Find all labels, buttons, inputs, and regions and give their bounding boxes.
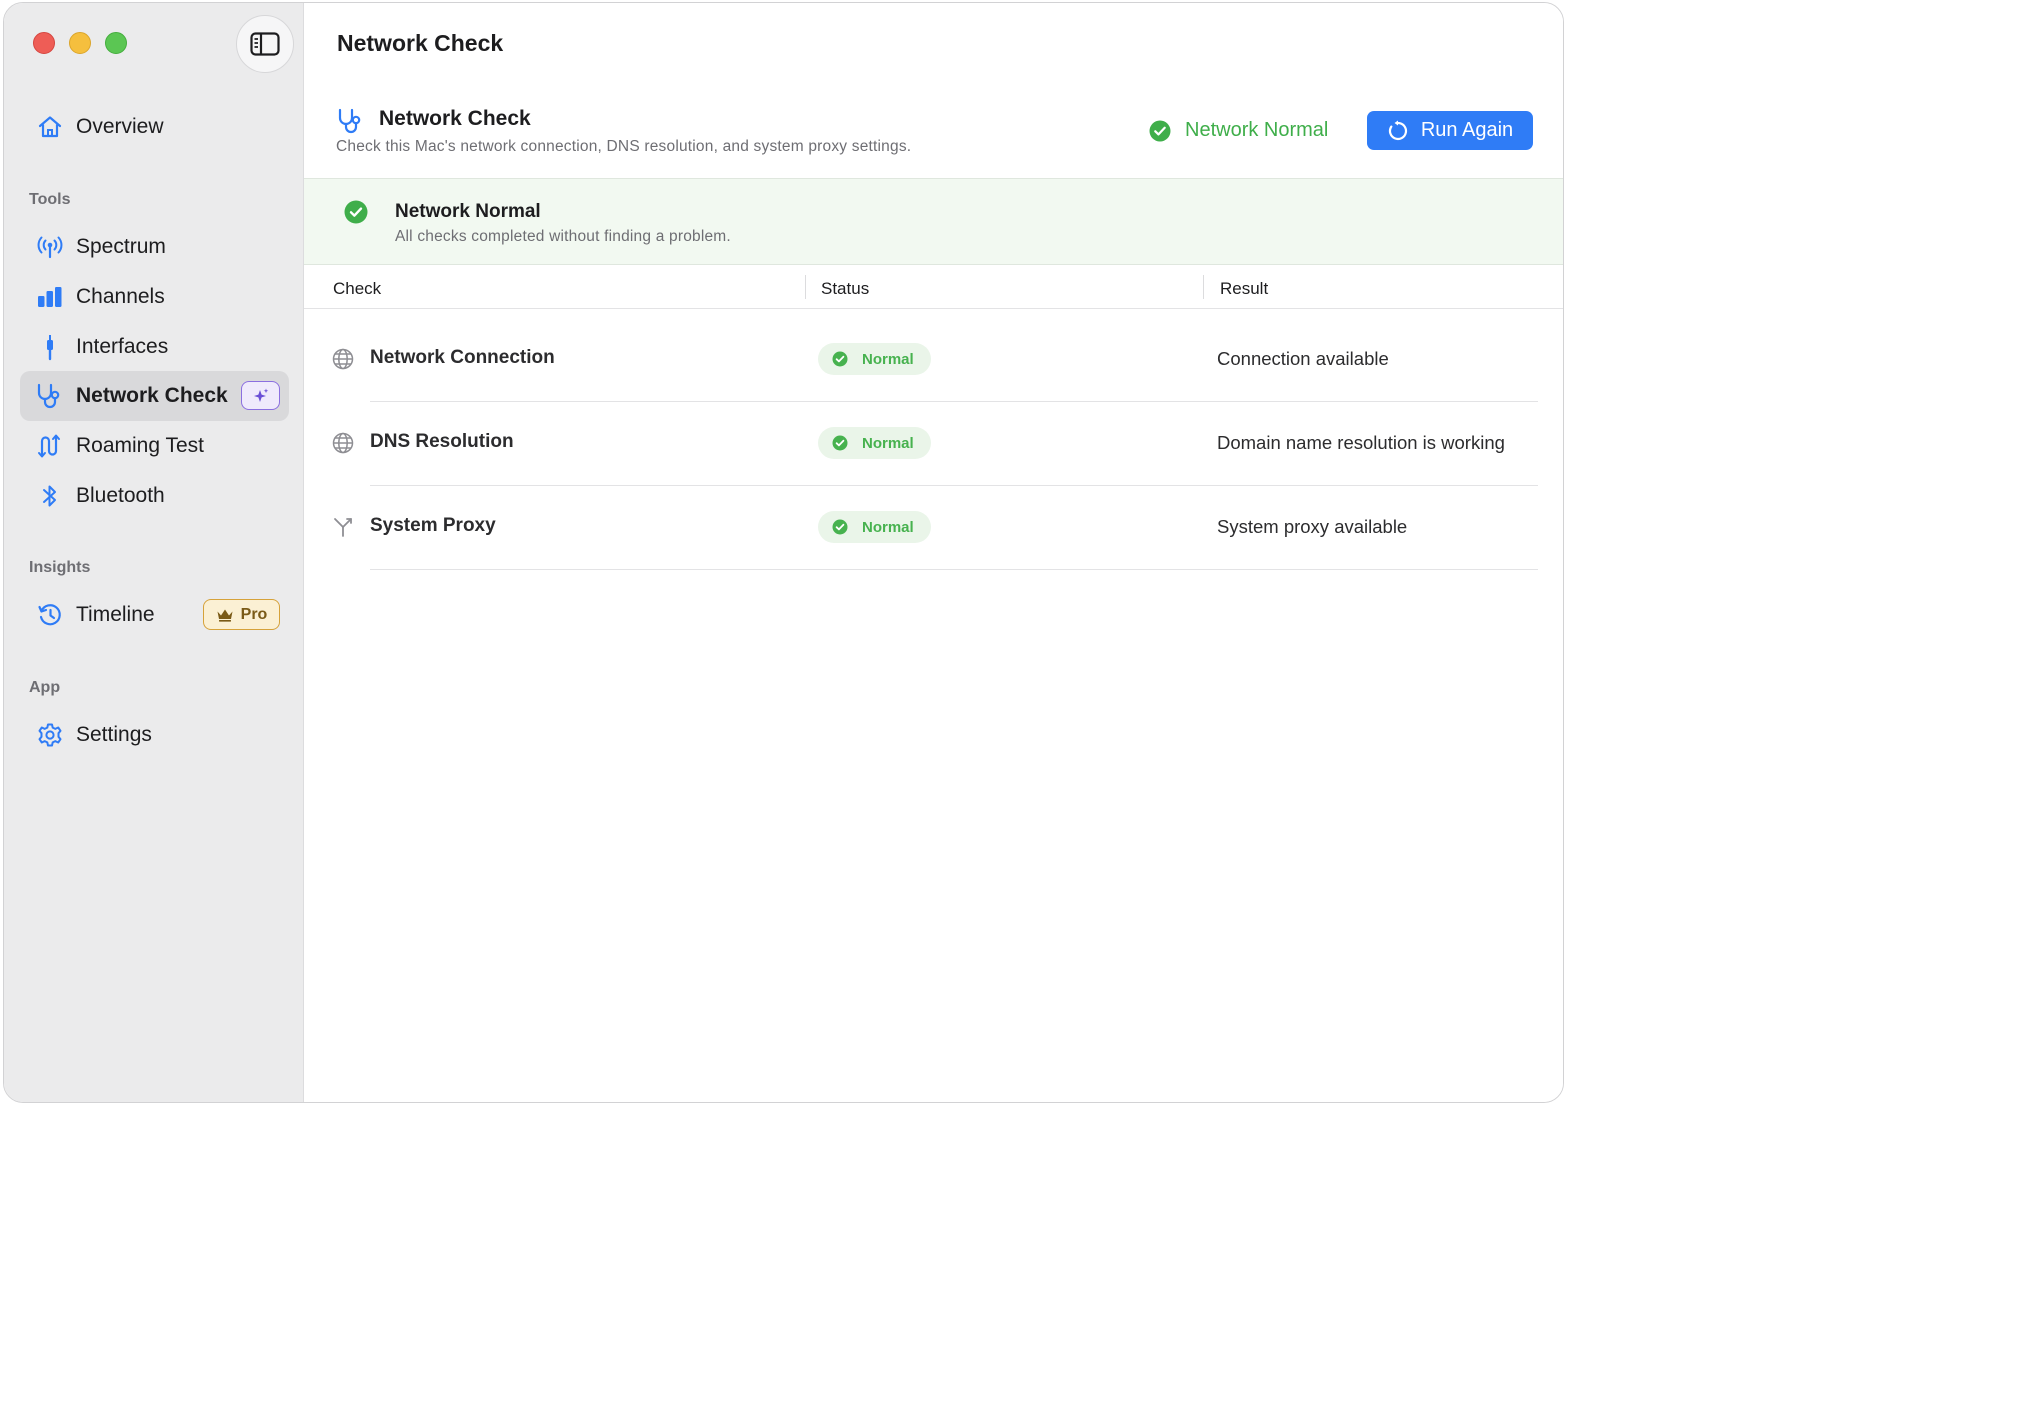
check-result: Domain name resolution is working	[1217, 432, 1505, 453]
section-title: Network Check	[379, 107, 531, 130]
status-badge-label: Normal	[862, 518, 914, 536]
banner-subtitle: All checks completed without finding a p…	[395, 228, 731, 245]
clock-history-icon	[35, 600, 65, 630]
network-status-label: Network Normal	[1185, 119, 1329, 141]
bluetooth-icon	[35, 481, 65, 511]
close-window-button[interactable]	[33, 32, 55, 54]
sidebar-item-roaming-test[interactable]: Roaming Test	[20, 421, 289, 471]
section-header-tools: Tools	[29, 191, 71, 208]
sidebar-toggle-icon	[250, 32, 280, 56]
sidebar-item-spectrum[interactable]: Spectrum	[20, 222, 289, 272]
window-title: Network Check	[337, 30, 504, 56]
crown-icon	[217, 609, 233, 622]
zoom-window-button[interactable]	[105, 32, 127, 54]
table-row[interactable]: Network Connection Normal Connection ava…	[304, 318, 1563, 402]
status-badge-label: Normal	[862, 350, 914, 368]
stethoscope-icon	[35, 381, 65, 411]
checkmark-circle-icon	[832, 351, 848, 367]
sidebar-item-interfaces[interactable]: Interfaces	[20, 322, 289, 372]
status-badge: Normal	[818, 427, 931, 459]
check-name: DNS Resolution	[370, 431, 514, 452]
status-badge: Normal	[818, 343, 931, 375]
status-banner: Network Normal All checks completed with…	[304, 178, 1563, 265]
run-again-label: Run Again	[1420, 119, 1514, 141]
refresh-icon	[1388, 120, 1407, 140]
banner-title: Network Normal	[395, 201, 541, 222]
sidebar-item-label: Overview	[76, 115, 164, 138]
sidebar-item-label: Bluetooth	[76, 484, 165, 507]
bar-chart-icon	[35, 282, 65, 312]
checkmark-circle-icon	[832, 519, 848, 535]
sidebar-item-channels[interactable]: Channels	[20, 272, 289, 322]
sidebar-item-settings[interactable]: Settings	[20, 710, 289, 760]
column-header-check[interactable]: Check	[333, 279, 381, 299]
sidebar-item-label: Interfaces	[76, 335, 169, 358]
sidebar-item-label: Timeline	[76, 603, 155, 626]
checkmark-circle-icon	[1149, 120, 1171, 141]
checkmark-circle-icon	[832, 435, 848, 451]
column-divider[interactable]	[1203, 275, 1204, 299]
table-header: Check Status Result	[304, 265, 1563, 309]
proxy-fork-icon	[334, 518, 352, 537]
column-header-status[interactable]: Status	[821, 279, 869, 299]
row-divider	[370, 569, 1538, 570]
antenna-icon	[35, 232, 65, 262]
gear-icon	[35, 720, 65, 750]
house-icon	[35, 112, 65, 142]
section-header-insights: Insights	[29, 559, 91, 576]
status-badge: Normal	[818, 511, 931, 543]
check-name: System Proxy	[370, 515, 496, 536]
check-result: System proxy available	[1217, 516, 1408, 537]
minimize-window-button[interactable]	[69, 32, 91, 54]
main-content: Network Check Network Check Check this M…	[304, 3, 1563, 1102]
sidebar-item-label: Settings	[76, 723, 152, 746]
sidebar-item-label: Network Check	[76, 384, 228, 407]
column-divider[interactable]	[805, 275, 806, 299]
status-badge-label: Normal	[862, 434, 914, 452]
sidebar-item-network-check[interactable]: Network Check	[20, 371, 289, 421]
sidebar-item-label: Spectrum	[76, 235, 166, 258]
check-name: Network Connection	[370, 347, 555, 368]
sidebar-item-overview[interactable]: Overview	[20, 102, 289, 152]
app-window: Overview Tools Spectrum Channels Interfa…	[3, 2, 1564, 1103]
globe-icon	[332, 432, 354, 454]
sidebar-item-label: Channels	[76, 285, 165, 308]
table-row[interactable]: System Proxy Normal System proxy availab…	[304, 486, 1563, 570]
sidebar-item-timeline[interactable]: Timeline Pro	[20, 590, 289, 640]
checkmark-circle-icon	[344, 200, 368, 224]
pro-badge-label: Pro	[240, 605, 268, 623]
sidebar-item-bluetooth[interactable]: Bluetooth	[20, 471, 289, 521]
cable-icon	[35, 332, 65, 362]
run-again-button[interactable]: Run Again	[1367, 111, 1533, 150]
section-header-app: App	[29, 679, 61, 696]
sidebar-item-label: Roaming Test	[76, 434, 205, 457]
ai-badge	[241, 381, 280, 410]
pro-badge: Pro	[203, 599, 280, 630]
check-result: Connection available	[1217, 348, 1389, 369]
sidebar-toggle-button[interactable]	[236, 15, 294, 73]
section-subtitle: Check this Mac's network connection, DNS…	[336, 138, 912, 155]
network-status: Network Normal	[1149, 119, 1328, 142]
globe-icon	[332, 348, 354, 370]
roaming-icon	[35, 431, 65, 461]
column-header-result[interactable]: Result	[1220, 279, 1268, 299]
table-row[interactable]: DNS Resolution Normal Domain name resolu…	[304, 402, 1563, 486]
stethoscope-icon	[338, 108, 361, 134]
sidebar: Overview Tools Spectrum Channels Interfa…	[4, 3, 304, 1102]
sparkle-icon	[253, 388, 268, 402]
